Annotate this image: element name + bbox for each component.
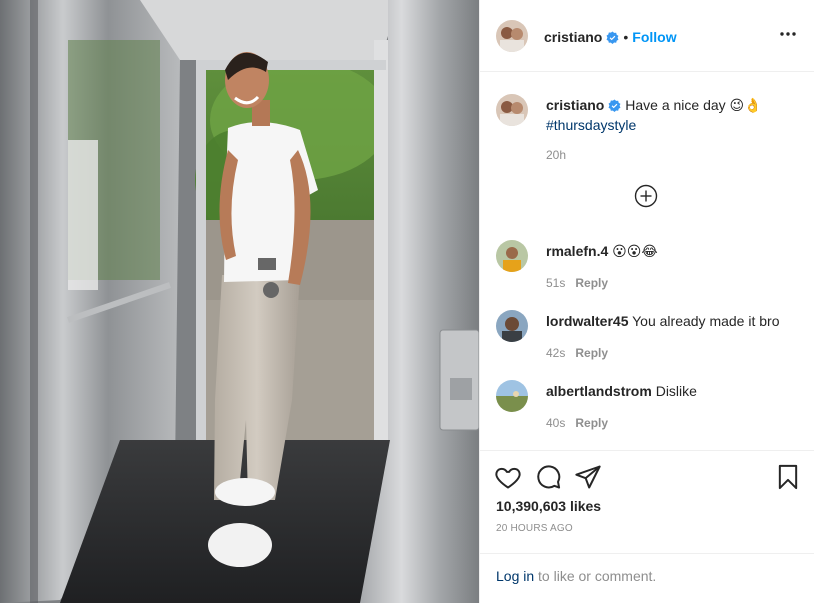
- comment-text: Dislike: [655, 383, 697, 399]
- comment-time[interactable]: 51s: [546, 276, 565, 290]
- comment-username[interactable]: albertlandstrom: [546, 383, 652, 399]
- comment-body: rmalefn.4 😮😮😂 51s Reply: [546, 240, 796, 292]
- verified-badge-icon: [608, 98, 621, 116]
- reply-button[interactable]: Reply: [575, 416, 608, 430]
- comment-username[interactable]: rmalefn.4: [546, 243, 608, 259]
- comment-username[interactable]: lordwalter45: [546, 313, 628, 329]
- follow-button[interactable]: Follow: [632, 29, 676, 45]
- comment-body: albertlandstrom Dislike 40s Reply: [546, 380, 796, 432]
- commenter-avatar[interactable]: [496, 380, 528, 412]
- instagram-post: cristiano • Follow cristiano Have a nice d…: [0, 0, 814, 603]
- separator-dot: •: [623, 29, 629, 45]
- heart-icon[interactable]: [494, 463, 522, 491]
- author-username[interactable]: cristiano: [544, 29, 602, 45]
- comment-icon[interactable]: [534, 463, 562, 491]
- comment-body: lordwalter45 You already made it bro 42s…: [546, 310, 796, 362]
- share-icon[interactable]: [574, 463, 602, 491]
- login-prompt: Log in to like or comment.: [496, 568, 656, 584]
- caption-hashtag[interactable]: #thursdaystyle: [546, 117, 636, 133]
- post-sidebar: cristiano • Follow cristiano Have a nice d…: [479, 0, 814, 603]
- elevator-selfie-image: [0, 0, 479, 603]
- post-photo[interactable]: [0, 0, 479, 603]
- caption-text: Have a nice day 😉👌: [625, 97, 762, 113]
- comment-time[interactable]: 42s: [546, 346, 565, 360]
- header-info: cristiano • Follow: [544, 28, 677, 49]
- profile-avatar[interactable]: [496, 20, 528, 52]
- post-actions: 10,390,603 likes 20 HOURS AGO Log in to …: [480, 450, 814, 603]
- commenter-avatar[interactable]: [496, 310, 528, 342]
- post-timestamp[interactable]: 20 HOURS AGO: [496, 523, 573, 534]
- load-more-comments-icon[interactable]: [634, 184, 658, 208]
- verified-badge-icon: [606, 31, 619, 49]
- caption-time[interactable]: 20h: [546, 148, 806, 162]
- caption-avatar[interactable]: [496, 94, 528, 126]
- reply-button[interactable]: Reply: [575, 276, 608, 290]
- login-bar: Log in to like or comment.: [480, 553, 814, 604]
- comment-text: You already made it bro: [632, 313, 780, 329]
- reply-button[interactable]: Reply: [575, 346, 608, 360]
- commenter-avatar[interactable]: [496, 240, 528, 272]
- comment-time[interactable]: 40s: [546, 416, 565, 430]
- likes-count[interactable]: 10,390,603 likes: [496, 498, 601, 514]
- more-options-icon[interactable]: [778, 24, 798, 44]
- comment-text: 😮😮😂: [612, 243, 658, 259]
- post-header: cristiano • Follow: [480, 0, 814, 72]
- caption-body: cristiano Have a nice day 😉👌 #thursdayst…: [546, 96, 806, 162]
- login-rest-text: to like or comment.: [538, 568, 657, 584]
- bookmark-icon[interactable]: [774, 463, 802, 491]
- caption-username[interactable]: cristiano: [546, 97, 604, 113]
- login-link[interactable]: Log in: [496, 568, 534, 584]
